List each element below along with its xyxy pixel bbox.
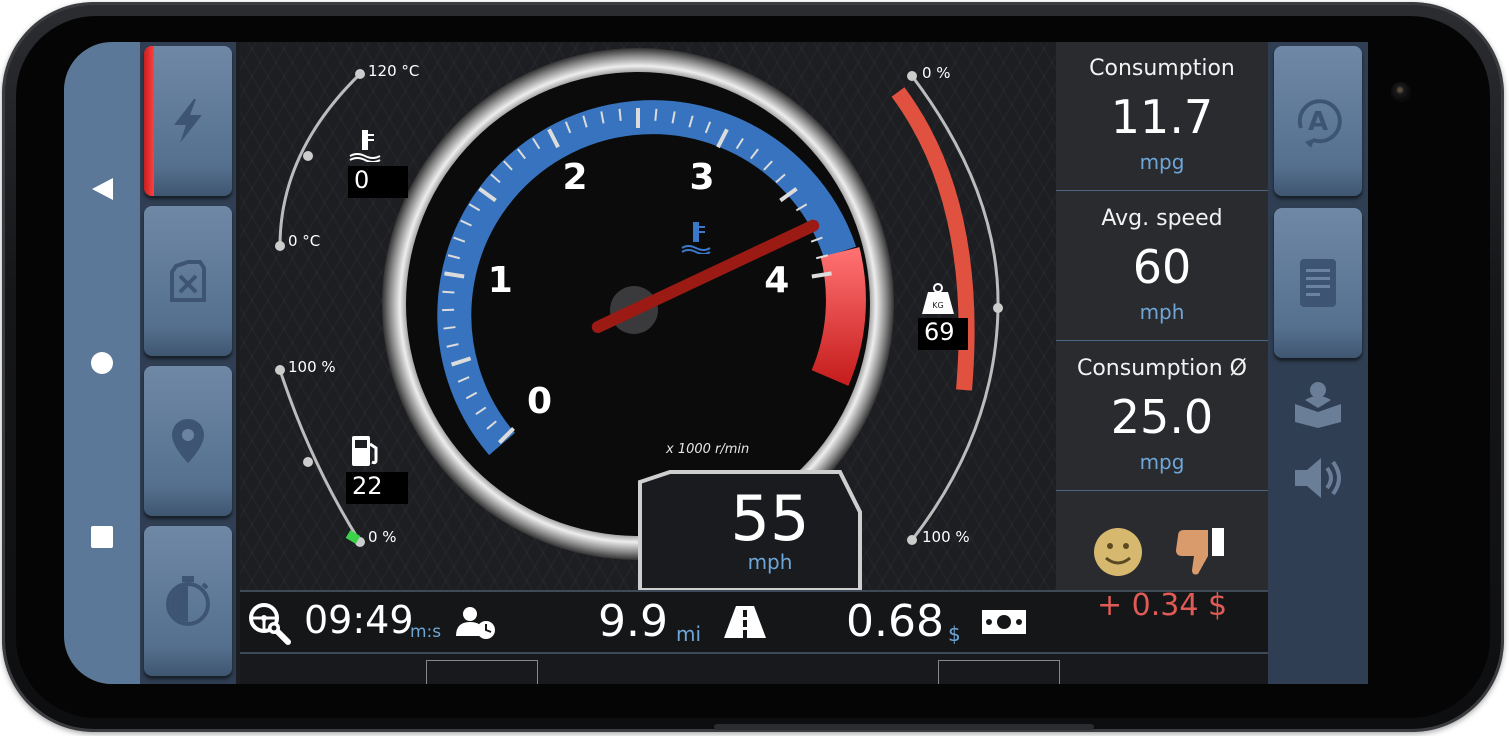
trip-time-value: 09:49 bbox=[304, 598, 414, 642]
fuel-level-bar bbox=[345, 530, 361, 544]
load-scale-dot bbox=[993, 303, 1003, 313]
steering-wheel-wrench-icon bbox=[249, 603, 291, 645]
speed-value: 55 bbox=[730, 482, 810, 555]
auto-a-icon: A bbox=[1297, 99, 1342, 148]
coolant-value: 0 bbox=[348, 166, 408, 198]
distance-value: 9.9 bbox=[598, 596, 668, 647]
back-triangle-icon bbox=[92, 178, 113, 200]
distance-unit: mi bbox=[676, 622, 702, 646]
lightning-icon bbox=[174, 99, 202, 143]
savings-delta: + 0.34 $ bbox=[1096, 588, 1228, 623]
info-value: 60 bbox=[1132, 240, 1192, 294]
gauge-canvas bbox=[275, 48, 1003, 590]
info-title: Avg. speed bbox=[1101, 206, 1223, 231]
speed-unit: mph bbox=[747, 550, 793, 574]
mini-graph-right bbox=[938, 660, 1060, 684]
fuel-max-label: 100 % bbox=[288, 358, 336, 376]
load-value: 69 bbox=[918, 318, 968, 350]
driver-clock-icon bbox=[456, 607, 495, 639]
smiley-icon bbox=[1094, 528, 1142, 576]
fuel-pump-icon bbox=[352, 436, 378, 466]
person-reading-icon bbox=[1295, 382, 1341, 428]
load-top-label: 0 % bbox=[922, 64, 951, 82]
svg-text:A: A bbox=[1308, 107, 1328, 137]
front-camera bbox=[1391, 82, 1411, 102]
coolant-scale-dot bbox=[303, 151, 313, 161]
recents-square-icon bbox=[91, 526, 113, 548]
rpm-tick-label: 1 bbox=[487, 260, 513, 302]
back-button[interactable] bbox=[64, 172, 140, 206]
home-circle-icon bbox=[91, 352, 113, 374]
mini-graph-left bbox=[426, 660, 538, 684]
cost-unit: $ bbox=[948, 622, 961, 646]
tach-thermometer-icon bbox=[681, 222, 711, 254]
rpm-tick-label: 4 bbox=[764, 260, 790, 302]
road-icon bbox=[724, 606, 766, 638]
phone-bottom-edge bbox=[714, 724, 1094, 730]
thumbs-down-icon bbox=[1176, 528, 1224, 575]
fuel-scale-dot bbox=[275, 365, 285, 375]
thermometer-icon bbox=[349, 130, 381, 162]
load-bottom-label: 100 % bbox=[922, 528, 970, 546]
info-avg-speed[interactable]: Avg. speed 60 mph bbox=[1056, 192, 1268, 341]
fuel-scale-dot bbox=[303, 457, 313, 467]
coolant-scale-dot bbox=[275, 241, 285, 251]
rpm-tick-label: 3 bbox=[689, 157, 715, 199]
rpm-minor-tick bbox=[654, 108, 658, 121]
reader-button[interactable] bbox=[1268, 380, 1368, 428]
volume-button[interactable] bbox=[1268, 454, 1368, 502]
dashboard-button[interactable] bbox=[144, 46, 232, 196]
rpm-unit-label: x 1000 r/min bbox=[666, 442, 750, 457]
fuel-min-label: 0 % bbox=[368, 528, 397, 546]
load-scale-dot bbox=[907, 71, 917, 81]
banknote-icon bbox=[982, 610, 1026, 634]
info-unit: mpg bbox=[1139, 450, 1185, 474]
location-pin-icon bbox=[172, 419, 204, 463]
home-button[interactable] bbox=[64, 346, 140, 380]
svg-text:KG: KG bbox=[932, 301, 943, 310]
gauge-area: 0 1 2 3 4 x 1000 r/min 120 °C 0 °C 0 100 % 0… bbox=[240, 42, 1056, 590]
rpm-tick-label: 2 bbox=[562, 157, 588, 199]
fuel-value: 22 bbox=[346, 472, 408, 504]
info-title: Consumption bbox=[1089, 56, 1235, 81]
map-button[interactable] bbox=[144, 366, 232, 516]
info-value: 25.0 bbox=[1110, 390, 1214, 444]
bottom-strip bbox=[240, 654, 1268, 684]
fuel-can-icon bbox=[170, 260, 206, 302]
speaker-icon bbox=[1295, 458, 1341, 498]
weight-icon: KG bbox=[922, 283, 954, 314]
stopwatch-icon bbox=[166, 576, 210, 626]
cost-value: 0.68 bbox=[846, 596, 944, 647]
coolant-min-label: 0 °C bbox=[288, 232, 321, 250]
right-sidebar: A bbox=[1268, 42, 1368, 684]
rpm-minor-tick bbox=[442, 290, 455, 294]
timer-button[interactable] bbox=[144, 526, 232, 676]
info-value: 11.7 bbox=[1110, 90, 1214, 144]
coolant-scale-dot bbox=[355, 69, 365, 79]
info-title: Consumption Ø bbox=[1076, 356, 1248, 381]
app-screen: 0 1 2 3 4 x 1000 r/min 120 °C 0 °C 0 100 % 0… bbox=[64, 42, 1368, 684]
left-sidebar bbox=[140, 42, 236, 684]
info-consumption[interactable]: Consumption 11.7 mpg bbox=[1056, 42, 1268, 191]
info-unit: mph bbox=[1139, 300, 1185, 324]
rpm-tick-label: 0 bbox=[527, 380, 553, 422]
coolant-max-label: 120 °C bbox=[368, 62, 420, 80]
active-indicator bbox=[144, 46, 154, 196]
info-avg-consumption[interactable]: Consumption Ø 25.0 mpg bbox=[1056, 342, 1268, 491]
rpm-red-zone bbox=[811, 247, 866, 386]
document-icon bbox=[1300, 259, 1336, 307]
recents-button[interactable] bbox=[64, 520, 140, 554]
auto-mode-button[interactable]: A bbox=[1274, 46, 1362, 196]
trip-time-unit: m:s bbox=[410, 622, 442, 642]
info-unit: mpg bbox=[1139, 150, 1185, 174]
trip-log-button[interactable] bbox=[1274, 208, 1362, 358]
system-navbar bbox=[64, 42, 140, 684]
rpm-minor-tick bbox=[618, 108, 622, 121]
load-scale-dot bbox=[907, 535, 917, 545]
fuel-log-button[interactable] bbox=[144, 206, 232, 356]
info-panel: Consumption 11.7 mpg Avg. speed 60 mph C… bbox=[1056, 42, 1268, 623]
